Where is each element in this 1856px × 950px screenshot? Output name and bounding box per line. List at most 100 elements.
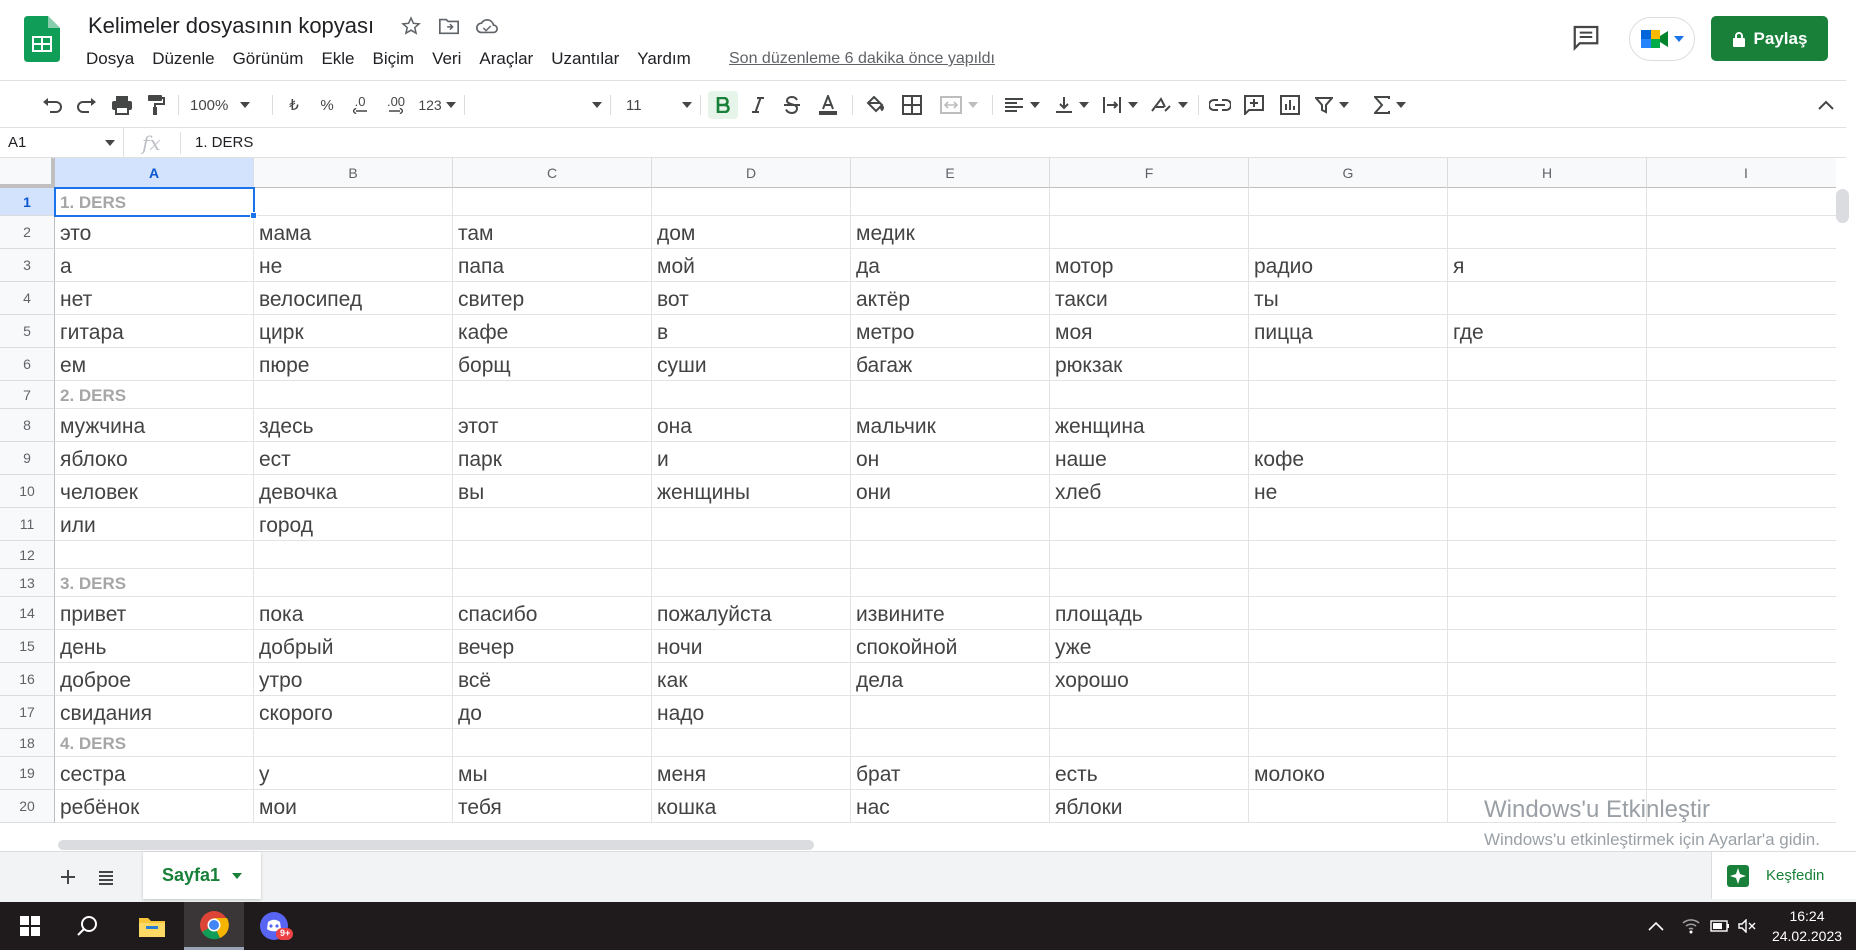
horizontal-scroll-thumb[interactable] bbox=[58, 840, 814, 850]
row-header-11[interactable]: 11 bbox=[0, 508, 55, 541]
cell-g2[interactable] bbox=[1249, 216, 1448, 249]
cell-i14[interactable] bbox=[1647, 597, 1836, 630]
row-header-2[interactable]: 2 bbox=[0, 216, 55, 249]
cell-i1[interactable] bbox=[1647, 188, 1836, 216]
cell-h17[interactable] bbox=[1448, 696, 1647, 729]
column-header-h[interactable]: H bbox=[1448, 158, 1647, 188]
cell-f3[interactable]: мотор bbox=[1050, 249, 1249, 282]
cell-g13[interactable] bbox=[1249, 569, 1448, 597]
column-header-e[interactable]: E bbox=[851, 158, 1050, 188]
cell-f17[interactable] bbox=[1050, 696, 1249, 729]
cell-i7[interactable] bbox=[1647, 381, 1836, 409]
cell-e8[interactable]: мальчик bbox=[851, 409, 1050, 442]
cell-c4[interactable]: свитер bbox=[453, 282, 652, 315]
cell-g12[interactable] bbox=[1249, 541, 1448, 569]
select-all-corner[interactable] bbox=[0, 158, 55, 188]
cell-f13[interactable] bbox=[1050, 569, 1249, 597]
column-header-d[interactable]: D bbox=[652, 158, 851, 188]
cell-f14[interactable]: площадь bbox=[1050, 597, 1249, 630]
cell-b6[interactable]: пюре bbox=[254, 348, 453, 381]
cell-d14[interactable]: пожалуйста bbox=[652, 597, 851, 630]
insert-chart-icon[interactable] bbox=[1276, 91, 1304, 119]
cell-a20[interactable]: ребёнок bbox=[55, 790, 254, 823]
menu-file[interactable]: Dosya bbox=[86, 49, 143, 69]
cell-i18[interactable] bbox=[1647, 729, 1836, 757]
cell-c18[interactable] bbox=[453, 729, 652, 757]
print-icon[interactable] bbox=[108, 91, 136, 119]
cell-e15[interactable]: спокойной bbox=[851, 630, 1050, 663]
cell-c7[interactable] bbox=[453, 381, 652, 409]
add-sheet-icon[interactable] bbox=[56, 865, 80, 889]
cell-a2[interactable]: это bbox=[55, 216, 254, 249]
cell-g6[interactable] bbox=[1249, 348, 1448, 381]
cell-i8[interactable] bbox=[1647, 409, 1836, 442]
cell-a11[interactable]: или bbox=[55, 508, 254, 541]
menu-help[interactable]: Yardım bbox=[637, 49, 700, 69]
row-header-19[interactable]: 19 bbox=[0, 757, 55, 790]
cell-g20[interactable] bbox=[1249, 790, 1448, 823]
cell-h5[interactable]: где bbox=[1448, 315, 1647, 348]
star-icon[interactable] bbox=[398, 13, 424, 39]
cell-a10[interactable]: человек bbox=[55, 475, 254, 508]
cell-e2[interactable]: медик bbox=[851, 216, 1050, 249]
undo-icon[interactable] bbox=[38, 91, 66, 119]
cell-c17[interactable]: до bbox=[453, 696, 652, 729]
vertical-scrollbar[interactable] bbox=[1836, 186, 1856, 837]
cell-h9[interactable] bbox=[1448, 442, 1647, 475]
cell-b18[interactable] bbox=[254, 729, 453, 757]
cell-b13[interactable] bbox=[254, 569, 453, 597]
cell-g15[interactable] bbox=[1249, 630, 1448, 663]
more-formats-select[interactable]: 123 bbox=[417, 91, 457, 119]
row-header-7[interactable]: 7 bbox=[0, 381, 55, 409]
cell-g19[interactable]: молоко bbox=[1249, 757, 1448, 790]
row-header-12[interactable]: 12 bbox=[0, 541, 55, 569]
cell-a13[interactable]: 3. DERS bbox=[55, 569, 254, 597]
cell-d20[interactable]: кошка bbox=[652, 790, 851, 823]
explore-button[interactable]: Keşfedin bbox=[1711, 852, 1856, 899]
fill-color-icon[interactable] bbox=[862, 91, 890, 119]
cell-h6[interactable] bbox=[1448, 348, 1647, 381]
cell-c1[interactable] bbox=[453, 188, 652, 216]
cell-h1[interactable] bbox=[1448, 188, 1647, 216]
cell-a19[interactable]: сестра bbox=[55, 757, 254, 790]
cell-e6[interactable]: багаж bbox=[851, 348, 1050, 381]
file-explorer-icon[interactable] bbox=[122, 902, 182, 950]
cell-h4[interactable] bbox=[1448, 282, 1647, 315]
cell-d9[interactable]: и bbox=[652, 442, 851, 475]
cell-c14[interactable]: спасибо bbox=[453, 597, 652, 630]
cell-g10[interactable]: не bbox=[1249, 475, 1448, 508]
cell-c9[interactable]: парк bbox=[453, 442, 652, 475]
cell-f18[interactable] bbox=[1050, 729, 1249, 757]
cell-d15[interactable]: ночи bbox=[652, 630, 851, 663]
redo-icon[interactable] bbox=[73, 91, 101, 119]
cell-d17[interactable]: надо bbox=[652, 696, 851, 729]
cell-c6[interactable]: борщ bbox=[453, 348, 652, 381]
battery-icon[interactable] bbox=[1710, 902, 1730, 950]
cell-g9[interactable]: кофе bbox=[1249, 442, 1448, 475]
increase-decimal-button[interactable]: .00 bbox=[383, 91, 409, 119]
cell-c20[interactable]: тебя bbox=[453, 790, 652, 823]
cell-e3[interactable]: да bbox=[851, 249, 1050, 282]
cell-i4[interactable] bbox=[1647, 282, 1836, 315]
cell-f10[interactable]: хлеб bbox=[1050, 475, 1249, 508]
cell-g8[interactable] bbox=[1249, 409, 1448, 442]
cell-d8[interactable]: она bbox=[652, 409, 851, 442]
cell-g3[interactable]: радио bbox=[1249, 249, 1448, 282]
cell-i3[interactable] bbox=[1647, 249, 1836, 282]
cell-c10[interactable]: вы bbox=[453, 475, 652, 508]
cell-h13[interactable] bbox=[1448, 569, 1647, 597]
cell-b7[interactable] bbox=[254, 381, 453, 409]
cell-h18[interactable] bbox=[1448, 729, 1647, 757]
comments-icon[interactable] bbox=[1571, 22, 1603, 54]
cell-f8[interactable]: женщина bbox=[1050, 409, 1249, 442]
decrease-decimal-button[interactable]: .0 bbox=[348, 91, 372, 119]
cell-a8[interactable]: мужчина bbox=[55, 409, 254, 442]
cell-b9[interactable]: ест bbox=[254, 442, 453, 475]
vertical-scroll-thumb[interactable] bbox=[1836, 189, 1849, 223]
row-header-14[interactable]: 14 bbox=[0, 597, 55, 630]
cell-i16[interactable] bbox=[1647, 663, 1836, 696]
cell-b5[interactable]: цирк bbox=[254, 315, 453, 348]
currency-format-button[interactable]: ₺ bbox=[283, 91, 305, 119]
menu-tools[interactable]: Araçlar bbox=[479, 49, 542, 69]
row-header-8[interactable]: 8 bbox=[0, 409, 55, 442]
